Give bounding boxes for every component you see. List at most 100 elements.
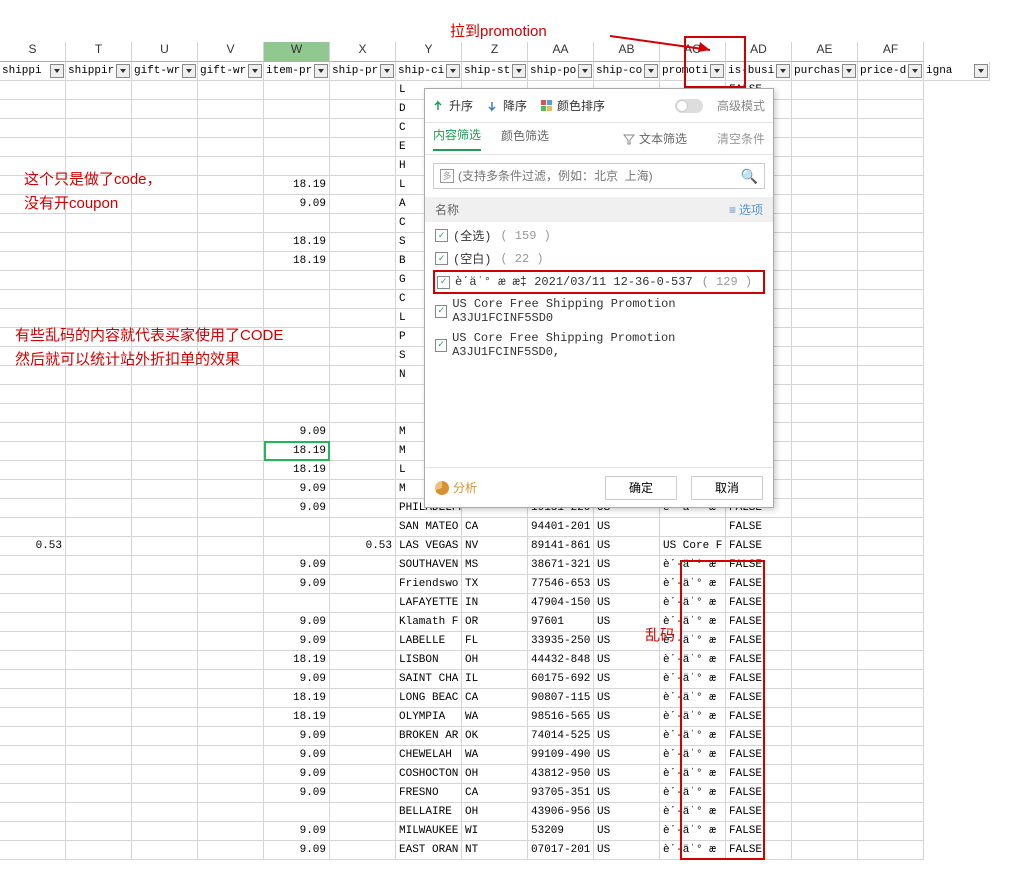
cell-Y[interactable]: EAST ORAN <box>396 841 462 860</box>
cell-AF[interactable] <box>858 765 924 784</box>
cell-AD[interactable]: FALSE <box>726 765 792 784</box>
cell-AE[interactable] <box>792 632 858 651</box>
cell-AB[interactable]: US <box>594 575 660 594</box>
filter-dropdown-icon[interactable] <box>50 64 64 78</box>
cell-U[interactable] <box>132 423 198 442</box>
cell-S[interactable] <box>0 803 66 822</box>
cell-U[interactable] <box>132 233 198 252</box>
cell-T[interactable] <box>66 271 132 290</box>
cell-W[interactable]: 9.09 <box>264 765 330 784</box>
cell-V[interactable] <box>198 442 264 461</box>
cell-T[interactable] <box>66 594 132 613</box>
cell-AF[interactable] <box>858 537 924 556</box>
cell-X[interactable] <box>330 689 396 708</box>
cell-AC[interactable]: èˊ-äˈ° æ <box>660 803 726 822</box>
cell-T[interactable] <box>66 480 132 499</box>
cell-U[interactable] <box>132 100 198 119</box>
cell-AD[interactable]: FALSE <box>726 556 792 575</box>
cell-X[interactable] <box>330 651 396 670</box>
cell-X[interactable] <box>330 727 396 746</box>
cell-AE[interactable] <box>792 537 858 556</box>
cell-AE[interactable] <box>792 765 858 784</box>
cell-S[interactable]: 0.53 <box>0 537 66 556</box>
cell-Y[interactable]: SOUTHAVEN <box>396 556 462 575</box>
cell-AF[interactable] <box>858 518 924 537</box>
cell-V[interactable] <box>198 841 264 860</box>
cell-AA[interactable]: 47904-150 <box>528 594 594 613</box>
cell-AB[interactable]: US <box>594 556 660 575</box>
filter-dropdown-icon[interactable] <box>116 64 130 78</box>
cell-V[interactable] <box>198 518 264 537</box>
cell-V[interactable] <box>198 100 264 119</box>
cell-W[interactable] <box>264 366 330 385</box>
cell-Y[interactable]: LAS VEGAS <box>396 537 462 556</box>
cell-S[interactable] <box>0 632 66 651</box>
checkbox-icon[interactable] <box>435 229 448 242</box>
cell-V[interactable] <box>198 214 264 233</box>
cell-AE[interactable] <box>792 442 858 461</box>
cell-S[interactable] <box>0 233 66 252</box>
filter-dropdown-icon[interactable] <box>248 64 262 78</box>
cell-U[interactable] <box>132 271 198 290</box>
cell-T[interactable] <box>66 252 132 271</box>
col-letter-T[interactable]: T <box>66 42 132 62</box>
cell-AE[interactable] <box>792 404 858 423</box>
cell-AF[interactable] <box>858 651 924 670</box>
cell-V[interactable] <box>198 404 264 423</box>
cell-AD[interactable]: FALSE <box>726 670 792 689</box>
cell-W[interactable]: 9.09 <box>264 670 330 689</box>
cell-V[interactable] <box>198 708 264 727</box>
cell-AE[interactable] <box>792 385 858 404</box>
cell-S[interactable] <box>0 575 66 594</box>
color-sort-button[interactable]: 颜色排序 <box>541 97 605 114</box>
cell-AE[interactable] <box>792 670 858 689</box>
cell-S[interactable] <box>0 404 66 423</box>
cell-Y[interactable]: LONG BEAC <box>396 689 462 708</box>
cell-V[interactable] <box>198 290 264 309</box>
cell-U[interactable] <box>132 499 198 518</box>
cell-AC[interactable]: èˊ-äˈ° æ <box>660 651 726 670</box>
filter-item-list[interactable]: (全选)( 159 )(空白)( 22 )èˊäˈ° æ æ‡ 2021/03/… <box>425 222 773 452</box>
cell-AB[interactable]: US <box>594 746 660 765</box>
cell-T[interactable] <box>66 499 132 518</box>
cell-X[interactable] <box>330 81 396 100</box>
cell-T[interactable] <box>66 670 132 689</box>
cell-S[interactable] <box>0 689 66 708</box>
cell-S[interactable] <box>0 613 66 632</box>
cell-W[interactable]: 18.19 <box>264 461 330 480</box>
cell-AE[interactable] <box>792 461 858 480</box>
cell-W[interactable] <box>264 347 330 366</box>
cell-U[interactable] <box>132 556 198 575</box>
cell-U[interactable] <box>132 195 198 214</box>
cell-AF[interactable] <box>858 480 924 499</box>
cell-U[interactable] <box>132 518 198 537</box>
tab-color-filter[interactable]: 颜色筛选 <box>501 127 549 150</box>
cell-W[interactable] <box>264 157 330 176</box>
cell-AE[interactable] <box>792 347 858 366</box>
cell-T[interactable] <box>66 708 132 727</box>
cell-T[interactable] <box>66 100 132 119</box>
cell-W[interactable]: 18.19 <box>264 442 330 461</box>
cell-Z[interactable]: CA <box>462 784 528 803</box>
col-letter-S[interactable]: S <box>0 42 66 62</box>
cell-AA[interactable]: 44432-848 <box>528 651 594 670</box>
cell-Y[interactable]: BROKEN AR <box>396 727 462 746</box>
cell-T[interactable] <box>66 765 132 784</box>
cell-Z[interactable]: WA <box>462 746 528 765</box>
cell-AD[interactable]: FALSE <box>726 537 792 556</box>
cell-W[interactable]: 9.09 <box>264 613 330 632</box>
cell-AF[interactable] <box>858 461 924 480</box>
cell-AE[interactable] <box>792 746 858 765</box>
cell-AB[interactable]: US <box>594 727 660 746</box>
cell-S[interactable] <box>0 727 66 746</box>
cell-W[interactable] <box>264 81 330 100</box>
cell-AF[interactable] <box>858 575 924 594</box>
cell-V[interactable] <box>198 461 264 480</box>
cell-T[interactable] <box>66 119 132 138</box>
cell-X[interactable] <box>330 157 396 176</box>
cell-T[interactable] <box>66 689 132 708</box>
cell-U[interactable] <box>132 214 198 233</box>
filter-item[interactable]: US Core Free Shipping Promotion A3JU1FCI… <box>433 294 765 328</box>
cell-AF[interactable] <box>858 271 924 290</box>
cell-W[interactable]: 9.09 <box>264 784 330 803</box>
